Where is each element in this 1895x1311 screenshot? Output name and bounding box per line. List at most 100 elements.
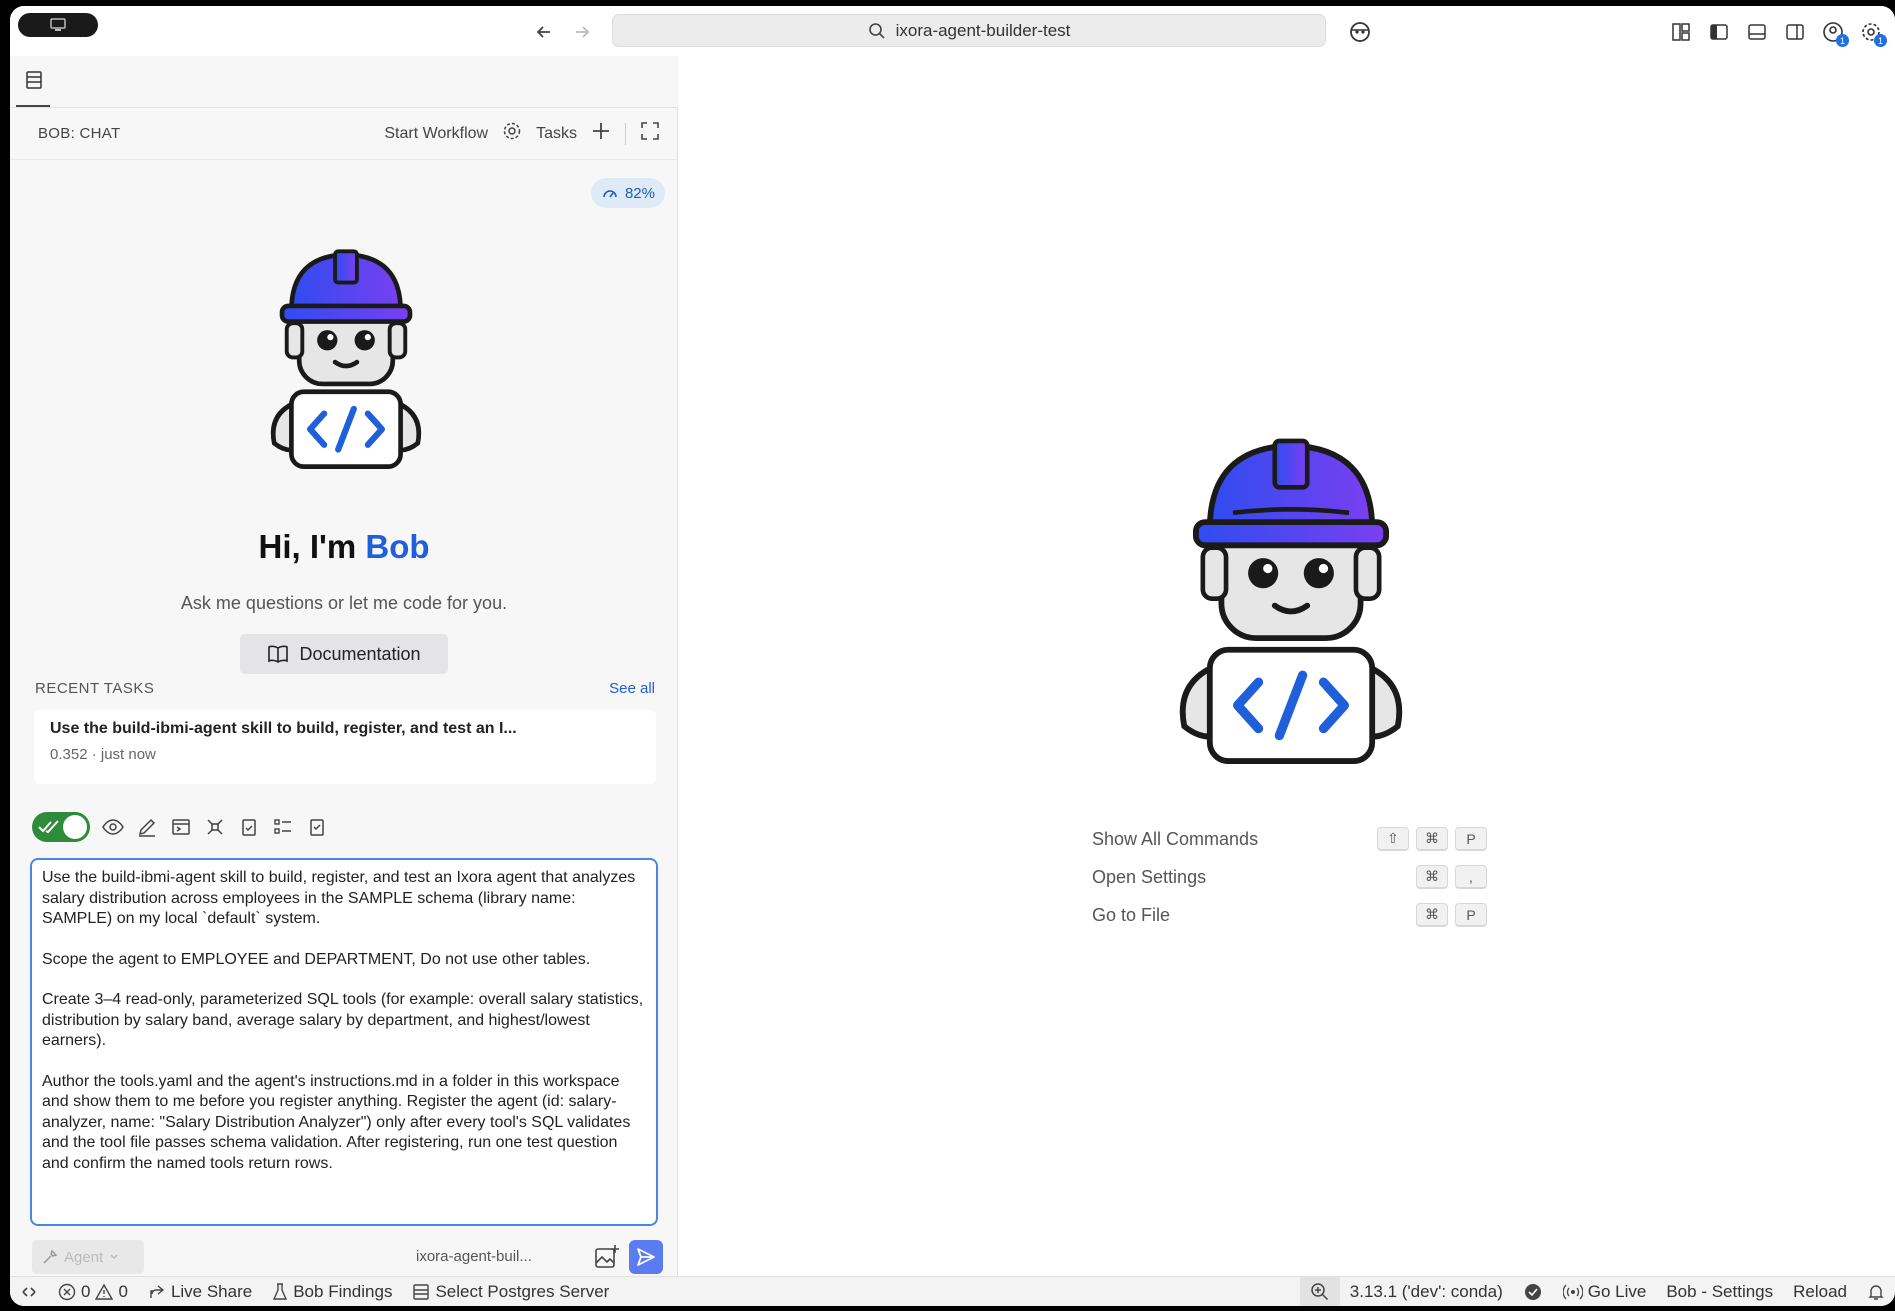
zoom-indicator[interactable] — [1299, 1276, 1340, 1306]
go-live-button[interactable]: Go Live — [1553, 1277, 1657, 1307]
remote-icon — [22, 1286, 36, 1297]
shortcut-row[interactable]: Open Settings ⌘ , — [1092, 858, 1487, 896]
shortcut-row[interactable]: Show All Commands ⇧ ⌘ P — [1092, 820, 1487, 858]
back-arrow-icon[interactable] — [532, 20, 556, 44]
postgres-server-button[interactable]: Select Postgres Server — [402, 1277, 619, 1307]
toggle-panel-icon[interactable] — [1745, 20, 1769, 44]
key-cap: ⇧ — [1377, 827, 1409, 851]
toggle-secondary-sidebar-icon[interactable] — [1783, 20, 1807, 44]
workspace-label[interactable]: ixora-agent-buil... — [416, 1248, 532, 1265]
reload-label: Reload — [1793, 1281, 1847, 1301]
error-icon — [58, 1283, 76, 1300]
bob-findings-button[interactable]: Bob Findings — [262, 1277, 402, 1307]
write-pencil-icon[interactable] — [136, 816, 158, 838]
chat-input[interactable]: Use the build-ibmi-agent skill to build,… — [30, 858, 658, 1226]
zoom-in-icon — [1311, 1282, 1328, 1300]
toggle-knob — [63, 815, 87, 839]
greeting-subtitle: Ask me questions or let me code for you. — [180, 593, 508, 613]
greeting-prefix: Hi, I'm — [258, 528, 366, 565]
todo-list-icon[interactable] — [272, 816, 294, 838]
browser-icon[interactable] — [170, 816, 192, 838]
warning-icon — [95, 1283, 114, 1300]
recent-tasks-label: RECENT TASKS — [35, 680, 155, 697]
command-center-search[interactable]: ixora-agent-builder-test — [612, 14, 1326, 47]
tools-icon — [43, 1249, 58, 1264]
add-image-icon[interactable] — [594, 1244, 620, 1275]
key-cap: ⌘ — [1416, 827, 1448, 851]
book-icon — [268, 645, 289, 663]
start-workflow-button[interactable]: Start Workflow — [384, 125, 488, 143]
bob-chat-panel: BOB: CHAT Start Workflow Tasks 82% Hi, I… — [10, 56, 678, 1276]
copilot-status-icon — [1524, 1283, 1541, 1300]
remote-indicator[interactable] — [10, 1277, 48, 1307]
clipboard-check-icon[interactable] — [238, 816, 260, 838]
problems-indicator[interactable]: 0 0 — [48, 1277, 138, 1307]
recent-task-item[interactable]: Use the build-ibmi-agent skill to build,… — [34, 710, 656, 784]
prompt-paragraph: Scope the agent to EMPLOYEE and DEPARTME… — [42, 950, 591, 968]
panel-actions: Start Workflow Tasks — [384, 121, 660, 146]
read-eye-icon[interactable] — [102, 816, 124, 838]
forward-arrow-icon[interactable] — [570, 20, 594, 44]
python-version: 3.13.1 ('dev': conda) — [1349, 1281, 1503, 1301]
toggle-primary-sidebar-icon[interactable] — [1707, 20, 1731, 44]
notifications-bell[interactable] — [1857, 1277, 1895, 1307]
manage-gear-icon[interactable]: 1 — [1859, 20, 1887, 47]
mcp-icon[interactable] — [204, 816, 226, 838]
fullscreen-icon[interactable] — [640, 121, 660, 146]
broadcast-icon — [1562, 1284, 1583, 1299]
mode-selector[interactable]: Agent — [32, 1240, 144, 1274]
panel-tab-strip — [10, 56, 678, 108]
clipboard-task-icon[interactable] — [306, 816, 328, 838]
panel-header: BOB: CHAT Start Workflow Tasks — [10, 108, 678, 160]
database-icon — [413, 1283, 430, 1300]
documentation-label: Documentation — [299, 643, 421, 664]
python-interpreter[interactable]: 3.13.1 ('dev': conda) — [1340, 1277, 1513, 1307]
title-bar: ixora-agent-builder-test 1 1 — [10, 6, 1895, 56]
bell-icon — [1868, 1284, 1884, 1300]
send-icon — [637, 1248, 655, 1266]
composer-bottom-row: Agent ixora-agent-buil... — [32, 1240, 663, 1275]
bob-settings-label: Bob - Settings — [1666, 1281, 1774, 1301]
chat-list-icon[interactable] — [24, 70, 44, 95]
key-cap: P — [1455, 827, 1487, 851]
command-center-text: ixora-agent-builder-test — [895, 20, 1071, 40]
shortcut-keys: ⌘ , — [1416, 865, 1487, 889]
context-usage-pill[interactable]: 82% — [590, 178, 665, 208]
header-divider — [625, 122, 626, 145]
auto-approve-toolbar — [32, 812, 328, 842]
see-all-link[interactable]: See all — [609, 680, 655, 697]
auto-approve-toggle[interactable] — [32, 812, 90, 842]
tasks-button[interactable]: Tasks — [536, 125, 577, 143]
panel-title: BOB: CHAT — [38, 125, 121, 142]
reload-button[interactable]: Reload — [1783, 1277, 1857, 1307]
settings-gear-icon[interactable] — [502, 121, 522, 146]
shortcut-row[interactable]: Go to File ⌘ P — [1092, 896, 1487, 934]
shortcut-label: Open Settings — [1092, 866, 1207, 887]
customize-layout-icon[interactable] — [1669, 20, 1693, 44]
usage-percent: 82% — [624, 184, 655, 202]
error-count: 0 — [81, 1281, 91, 1301]
accounts-icon[interactable]: 1 — [1821, 20, 1849, 47]
flask-icon — [273, 1282, 288, 1300]
send-button[interactable] — [629, 1240, 663, 1274]
copilot-icon[interactable] — [1348, 20, 1372, 49]
task-meta: 0.352 · just now — [50, 746, 156, 763]
bob-settings-button[interactable]: Bob - Settings — [1656, 1277, 1783, 1307]
key-cap: P — [1455, 903, 1487, 927]
share-arrow-icon — [150, 1284, 165, 1298]
window-controls-pill[interactable] — [18, 13, 98, 37]
new-task-plus-icon[interactable] — [591, 121, 611, 146]
prompt-paragraph: Author the tools.yaml and the agent's in… — [42, 1072, 631, 1172]
postgres-label: Select Postgres Server — [435, 1281, 610, 1301]
documentation-button[interactable]: Documentation — [240, 634, 448, 674]
go-live-label: Go Live — [1587, 1281, 1647, 1301]
shortcut-label: Go to File — [1092, 904, 1171, 925]
prompt-paragraph: Create 3–4 read-only, parameterized SQL … — [42, 991, 644, 1049]
gauge-icon — [603, 190, 617, 198]
copilot-status[interactable] — [1513, 1277, 1553, 1307]
bob-robot-logo — [270, 249, 422, 469]
double-check-icon — [38, 820, 59, 834]
shortcut-keys: ⌘ P — [1416, 903, 1487, 927]
live-share-button[interactable]: Live Share — [138, 1277, 262, 1307]
app-window: ixora-agent-builder-test 1 1 BOB: CHAT S… — [10, 6, 1895, 1306]
